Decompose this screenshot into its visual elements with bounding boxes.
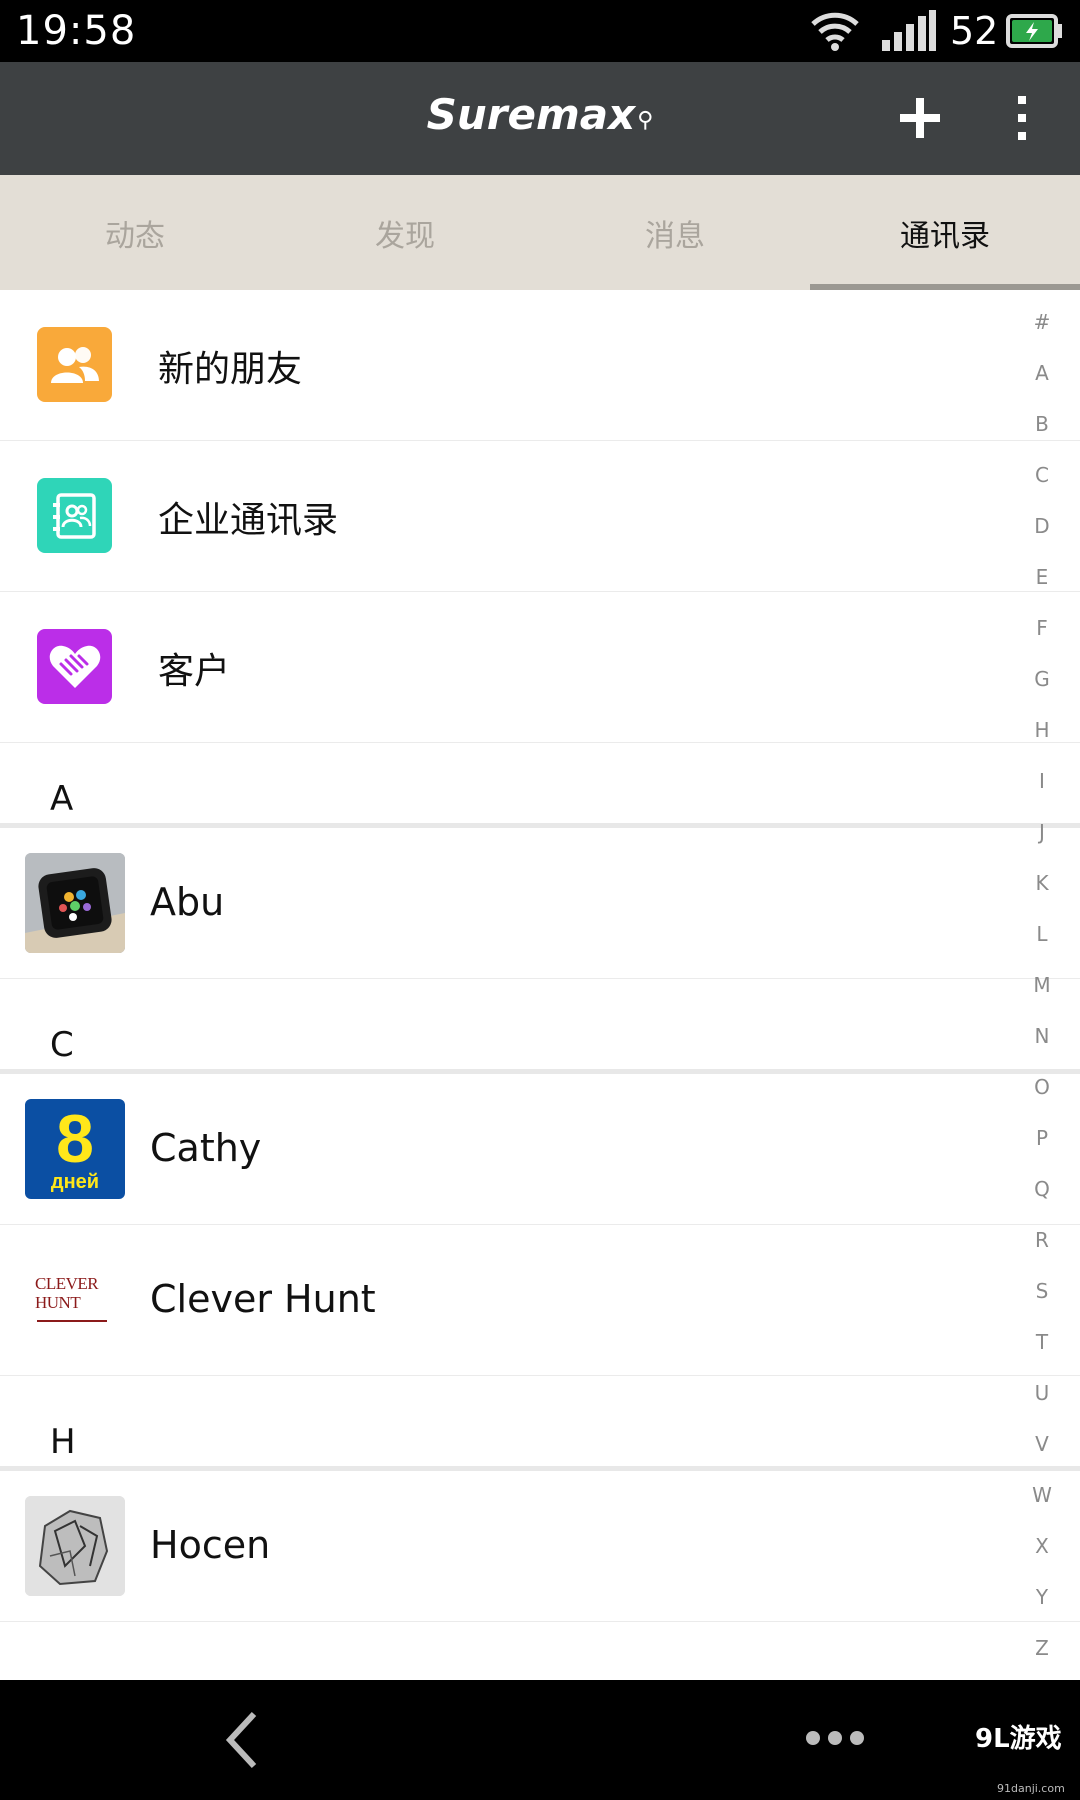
index-letter[interactable]: W (1020, 1483, 1064, 1507)
section-header-a: A (0, 743, 1080, 828)
battery-level: 52 (950, 9, 999, 53)
contact-name: Clever Hunt (150, 1277, 376, 1321)
tab-contacts[interactable]: 通讯录 (810, 175, 1080, 290)
index-letter[interactable]: T (1020, 1330, 1064, 1354)
more-options-button[interactable] (1000, 86, 1044, 150)
index-letter[interactable]: C (1020, 463, 1064, 487)
index-letter[interactable]: V (1020, 1432, 1064, 1456)
plus-icon (900, 98, 940, 138)
index-letter[interactable]: I (1020, 769, 1064, 793)
index-letter[interactable]: Y (1020, 1585, 1064, 1609)
wifi-icon (810, 10, 860, 56)
index-letter[interactable]: J (1020, 820, 1064, 844)
new-friends-label: 新的朋友 (158, 349, 303, 390)
watermark-logo: 9L游戏 (975, 1724, 1062, 1754)
contacts-screen: 19:58 52 Suremax⚲ 动态 发现 消息 通讯录 新的朋友 企业通讯… (0, 0, 1080, 1800)
people-icon (37, 327, 112, 402)
menu-button[interactable] (803, 1728, 867, 1752)
contact-row-hocen[interactable]: Hocen (0, 1471, 1080, 1622)
index-letter[interactable]: D (1020, 514, 1064, 538)
signal-icon (882, 10, 936, 56)
back-button[interactable] (222, 1710, 262, 1774)
navigation-bar: 9L游戏 91danji.com (0, 1680, 1080, 1800)
index-letter[interactable]: O (1020, 1075, 1064, 1099)
section-letter: A (50, 779, 74, 819)
index-letter[interactable]: A (1020, 361, 1064, 385)
contact-row-abu[interactable]: Abu (0, 828, 1080, 979)
app-bar: Suremax⚲ (0, 62, 1080, 175)
index-letter[interactable]: N (1020, 1024, 1064, 1048)
section-letter: C (50, 1025, 74, 1065)
index-letter[interactable]: G (1020, 667, 1064, 691)
back-chevron-icon (225, 1711, 257, 1769)
tab-feed[interactable]: 动态 (0, 175, 270, 290)
customers-row[interactable]: 客户 (0, 592, 1080, 743)
tab-messages[interactable]: 消息 (540, 175, 810, 290)
index-letter[interactable]: F (1020, 616, 1064, 640)
new-friends-row[interactable]: 新的朋友 (0, 290, 1080, 441)
avatar-sketch (25, 1496, 125, 1596)
section-letter: H (50, 1422, 76, 1462)
avatar-8-days-logo: 8 дней (25, 1099, 125, 1199)
address-book-icon (37, 478, 112, 553)
watermark-url: 91danji.com (997, 1782, 1065, 1795)
avatar-smartwatch (25, 853, 125, 953)
logo-underline (37, 1320, 107, 1322)
enterprise-contacts-row[interactable]: 企业通讯录 (0, 441, 1080, 592)
more-horizontal-icon (806, 1731, 864, 1745)
index-letter[interactable]: Q (1020, 1177, 1064, 1201)
contact-name: Hocen (150, 1523, 271, 1567)
avatar-clever-hunt-logo: CLEVER HUNT (25, 1250, 125, 1350)
battery-charging-icon (1006, 14, 1064, 52)
index-letter[interactable]: Z (1020, 1636, 1064, 1660)
enterprise-contacts-label: 企业通讯录 (158, 500, 339, 541)
section-header-c: C (0, 989, 1080, 1074)
section-header-h: H (0, 1386, 1080, 1471)
index-letter[interactable]: E (1020, 565, 1064, 589)
avatar-logo-text: CLEVER HUNT (35, 1274, 99, 1312)
contacts-list[interactable]: 新的朋友 企业通讯录 客户 A Abu C 8 дней Cathy CLEVE… (0, 290, 1080, 1680)
contact-name: Cathy (150, 1126, 262, 1170)
index-letter[interactable]: M (1020, 973, 1064, 997)
index-letter[interactable]: B (1020, 412, 1064, 436)
add-button[interactable] (890, 86, 950, 150)
contact-name: Abu (150, 880, 225, 924)
index-letter[interactable]: X (1020, 1534, 1064, 1558)
avatar-logo-subtext: дней (50, 1171, 100, 1193)
more-vertical-icon (1018, 96, 1026, 140)
customers-label: 客户 (158, 651, 231, 692)
status-time: 19:58 (16, 8, 137, 54)
index-letter[interactable]: L (1020, 922, 1064, 946)
key-icon: ⚲ (637, 108, 654, 133)
index-letter[interactable]: S (1020, 1279, 1064, 1303)
index-letter[interactable]: # (1020, 310, 1064, 334)
tab-bar: 动态 发现 消息 通讯录 (0, 175, 1080, 290)
index-letter[interactable]: K (1020, 871, 1064, 895)
index-letter[interactable]: P (1020, 1126, 1064, 1150)
app-title-text: Suremax (426, 90, 636, 139)
status-bar: 19:58 52 (0, 0, 1080, 62)
index-letter[interactable]: H (1020, 718, 1064, 742)
tab-discover[interactable]: 发现 (270, 175, 540, 290)
index-letter[interactable]: U (1020, 1381, 1064, 1405)
avatar-logo-number: 8 (56, 1101, 94, 1177)
index-letter[interactable]: R (1020, 1228, 1064, 1252)
handshake-heart-icon (37, 629, 112, 704)
contact-row-cathy[interactable]: 8 дней Cathy (0, 1074, 1080, 1225)
contact-row-clever-hunt[interactable]: CLEVER HUNT Clever Hunt (0, 1225, 1080, 1376)
